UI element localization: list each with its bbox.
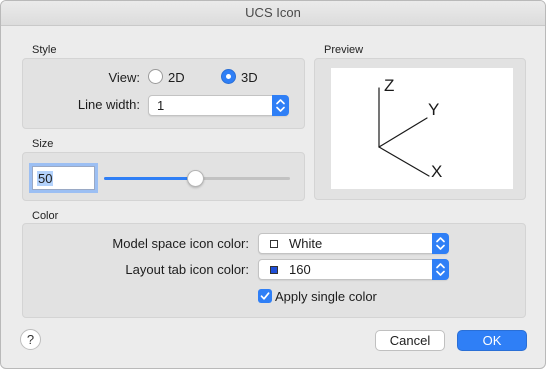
- line-width-value: 1: [157, 98, 165, 113]
- window-title: UCS Icon: [245, 5, 301, 20]
- preview-section-label: Preview: [324, 44, 364, 56]
- view-2d-radio[interactable]: [148, 69, 163, 84]
- ok-button[interactable]: OK: [457, 330, 527, 351]
- y-axis-line: [378, 117, 428, 148]
- model-color-swatch: [270, 240, 278, 248]
- model-color-value: White: [289, 236, 323, 251]
- line-width-select[interactable]: 1: [148, 95, 289, 116]
- chevron-updown-icon: [436, 237, 445, 250]
- line-width-stepper[interactable]: [272, 95, 289, 116]
- x-axis-line: [378, 146, 430, 177]
- help-button[interactable]: ?: [20, 329, 41, 350]
- layout-color-stepper[interactable]: [432, 259, 449, 280]
- line-width-label: Line width:: [77, 97, 140, 112]
- y-axis-label: Y: [428, 100, 439, 119]
- size-value: 50: [37, 171, 54, 186]
- size-slider-fill: [104, 177, 196, 180]
- model-color-select[interactable]: White: [258, 233, 449, 254]
- color-section-label: Color: [32, 210, 59, 222]
- size-slider-thumb[interactable]: [186, 170, 204, 187]
- apply-single-color-label[interactable]: Apply single color: [275, 289, 377, 304]
- x-axis-label: X: [431, 162, 442, 181]
- size-input[interactable]: 50: [32, 166, 95, 190]
- view-label: View:: [108, 70, 140, 85]
- style-section-label: Style: [32, 44, 57, 56]
- ucs-axes-icon: Z Y X: [378, 76, 442, 181]
- preview-canvas: Z Y X: [331, 68, 513, 189]
- size-section-label: Size: [32, 138, 54, 150]
- chevron-updown-icon: [436, 263, 445, 276]
- layout-color-select[interactable]: 160: [258, 259, 449, 280]
- chevron-updown-icon: [276, 99, 285, 112]
- apply-single-color-checkbox[interactable]: [258, 289, 272, 303]
- layout-color-value: 160: [289, 262, 311, 277]
- z-axis-label: Z: [384, 76, 394, 95]
- ucs-icon-dialog: UCS Icon Style View: 2D 3D Line width: 1…: [0, 0, 546, 369]
- layout-color-label: Layout tab icon color:: [125, 262, 249, 277]
- checkmark-icon: [260, 292, 270, 300]
- title-bar: UCS Icon: [1, 1, 545, 26]
- view-2d-label: 2D: [168, 70, 185, 85]
- model-color-label: Model space icon color:: [112, 236, 249, 251]
- model-color-stepper[interactable]: [432, 233, 449, 254]
- style-group: [22, 58, 305, 129]
- layout-color-swatch: [270, 266, 278, 274]
- view-3d-radio[interactable]: [221, 69, 236, 84]
- cancel-button[interactable]: Cancel: [375, 330, 445, 351]
- view-3d-label: 3D: [241, 70, 258, 85]
